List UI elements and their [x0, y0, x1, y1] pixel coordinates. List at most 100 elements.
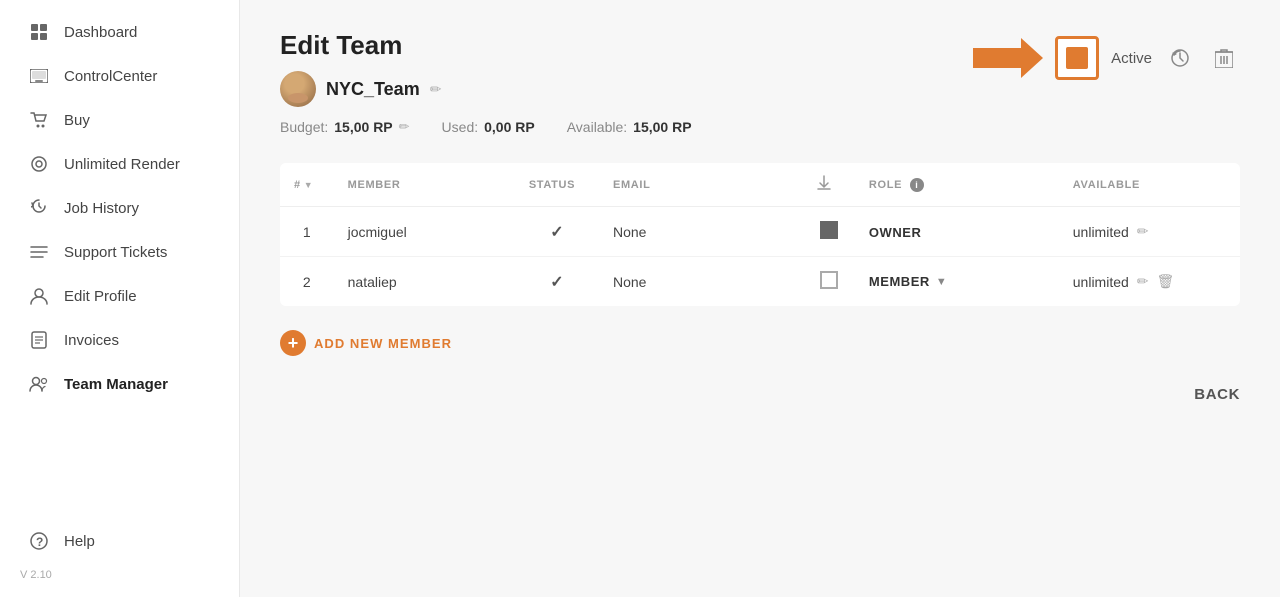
sidebar-label-edit-profile: Edit Profile — [64, 288, 137, 305]
buy-icon — [28, 109, 50, 131]
active-toggle-button[interactable] — [1055, 36, 1099, 80]
row2-num: 2 — [280, 257, 334, 307]
history-button[interactable] — [1164, 42, 1196, 74]
used-value: 0,00 RP — [484, 119, 535, 135]
row1-status: ✓ — [515, 207, 599, 257]
sidebar-item-unlimited-render[interactable]: Unlimited Render — [8, 143, 231, 185]
active-status-label: Active — [1111, 50, 1152, 67]
col-header-download — [803, 163, 855, 207]
edit-available-icon[interactable]: ✏ — [1137, 273, 1149, 290]
available-label: Available: — [567, 119, 627, 135]
row1-num: 1 — [280, 207, 334, 257]
row2-role: MEMBER ▼ — [855, 257, 1059, 307]
sort-arrow-icon: ▼ — [304, 180, 314, 190]
row2-dl — [803, 257, 855, 307]
page-title: Edit Team — [280, 30, 441, 61]
sidebar-label-team-manager: Team Manager — [64, 376, 168, 393]
role-label: MEMBER — [869, 274, 930, 289]
dl-filled-icon[interactable] — [820, 221, 838, 239]
sidebar-label-control-center: ControlCenter — [64, 68, 157, 85]
edit-profile-icon — [28, 285, 50, 307]
team-name-edit-icon[interactable]: ✏ — [430, 81, 442, 98]
sidebar-item-team-manager[interactable]: Team Manager — [8, 363, 231, 405]
sidebar-item-control-center[interactable]: ControlCenter — [8, 55, 231, 97]
role-dropdown[interactable]: MEMBER ▼ — [869, 274, 1045, 289]
sidebar-item-support-tickets[interactable]: Support Tickets — [8, 231, 231, 273]
sidebar-item-invoices[interactable]: Invoices — [8, 319, 231, 361]
sidebar-item-edit-profile[interactable]: Edit Profile — [8, 275, 231, 317]
sidebar-label-dashboard: Dashboard — [64, 24, 137, 41]
avatar — [280, 71, 316, 107]
row2-email: None — [599, 257, 803, 307]
available-value: unlimited — [1073, 274, 1129, 290]
add-member-label: ADD NEW MEMBER — [314, 336, 452, 351]
sidebar-item-job-history[interactable]: Job History — [8, 187, 231, 229]
sidebar-label-buy: Buy — [64, 112, 90, 129]
budget-item: Budget: 15,00 RP ✏ — [280, 119, 410, 135]
delete-member-icon[interactable]: 🗑 — [1157, 273, 1175, 290]
page-header-left: Edit Team NYC_Team ✏ — [280, 30, 441, 107]
sidebar-label-job-history: Job History — [64, 200, 139, 217]
col-header-role: ROLE i — [855, 163, 1059, 207]
budget-row: Budget: 15,00 RP ✏ Used: 0,00 RP Availab… — [280, 119, 1240, 135]
sidebar-item-help[interactable]: ? Help — [8, 520, 231, 562]
row2-member: nataliep — [334, 257, 515, 307]
add-circle-icon: + — [280, 330, 306, 356]
available-item: Available: 15,00 RP — [567, 119, 692, 135]
check-icon: ✓ — [550, 224, 563, 241]
check-icon: ✓ — [550, 274, 563, 291]
job-history-icon — [28, 197, 50, 219]
help-icon: ? — [28, 530, 50, 552]
table-row: 1 jocmiguel ✓ None OWNER unlimited ✏ — [280, 207, 1240, 257]
control-center-icon — [28, 65, 50, 87]
col-header-member: MEMBER — [334, 163, 515, 207]
version-label: V 2.10 — [0, 563, 239, 587]
back-button[interactable]: BACK — [1194, 386, 1240, 403]
col-header-available: AVAILABLE — [1059, 163, 1240, 207]
row1-dl — [803, 207, 855, 257]
used-item: Used: 0,00 RP — [442, 119, 535, 135]
invoices-icon — [28, 329, 50, 351]
available-row: unlimited ✏ 🗑 — [1073, 273, 1226, 290]
row1-email: None — [599, 207, 803, 257]
sidebar-item-dashboard[interactable]: Dashboard — [8, 11, 231, 53]
header-right: Active — [973, 36, 1240, 80]
budget-edit-icon[interactable]: ✏ — [399, 119, 410, 135]
role-label: OWNER — [869, 225, 921, 240]
row2-status: ✓ — [515, 257, 599, 307]
back-row: BACK — [280, 386, 1240, 403]
available-value: 15,00 RP — [633, 119, 691, 135]
budget-value: 15,00 RP — [334, 119, 392, 135]
members-table: # ▼ MEMBER STATUS EMAIL — [280, 163, 1240, 306]
row2-available: unlimited ✏ 🗑 — [1059, 257, 1240, 307]
sidebar: Dashboard ControlCenter Buy — [0, 0, 240, 597]
row1-member: jocmiguel — [334, 207, 515, 257]
download-icon — [817, 175, 831, 191]
table-header-row: # ▼ MEMBER STATUS EMAIL — [280, 163, 1240, 207]
team-manager-icon — [28, 373, 50, 395]
available-row: unlimited ✏ — [1073, 223, 1226, 240]
dl-empty-icon[interactable] — [820, 271, 838, 289]
sidebar-label-help: Help — [64, 533, 95, 550]
col-header-email: EMAIL — [599, 163, 803, 207]
unlimited-render-icon — [28, 153, 50, 175]
used-label: Used: — [442, 119, 479, 135]
team-name: NYC_Team — [326, 79, 420, 100]
team-name-row: NYC_Team ✏ — [280, 71, 441, 107]
main-content: Edit Team NYC_Team ✏ Active — [240, 0, 1280, 597]
table-row: 2 nataliep ✓ None MEMBER ▼ unli — [280, 257, 1240, 307]
available-value: unlimited — [1073, 224, 1129, 240]
svg-text:?: ? — [36, 535, 43, 549]
arrow-icon — [973, 36, 1043, 80]
arrow-annotation — [973, 36, 1043, 80]
row1-role: OWNER — [855, 207, 1059, 257]
edit-available-icon[interactable]: ✏ — [1137, 223, 1149, 240]
sidebar-label-support-tickets: Support Tickets — [64, 244, 167, 261]
role-info-icon[interactable]: i — [910, 178, 924, 192]
add-member-row[interactable]: + ADD NEW MEMBER — [280, 330, 1240, 356]
col-header-status: STATUS — [515, 163, 599, 207]
col-header-num[interactable]: # ▼ — [280, 163, 334, 207]
sidebar-item-buy[interactable]: Buy — [8, 99, 231, 141]
delete-team-button[interactable] — [1208, 42, 1240, 74]
active-toggle-inner — [1066, 47, 1088, 69]
